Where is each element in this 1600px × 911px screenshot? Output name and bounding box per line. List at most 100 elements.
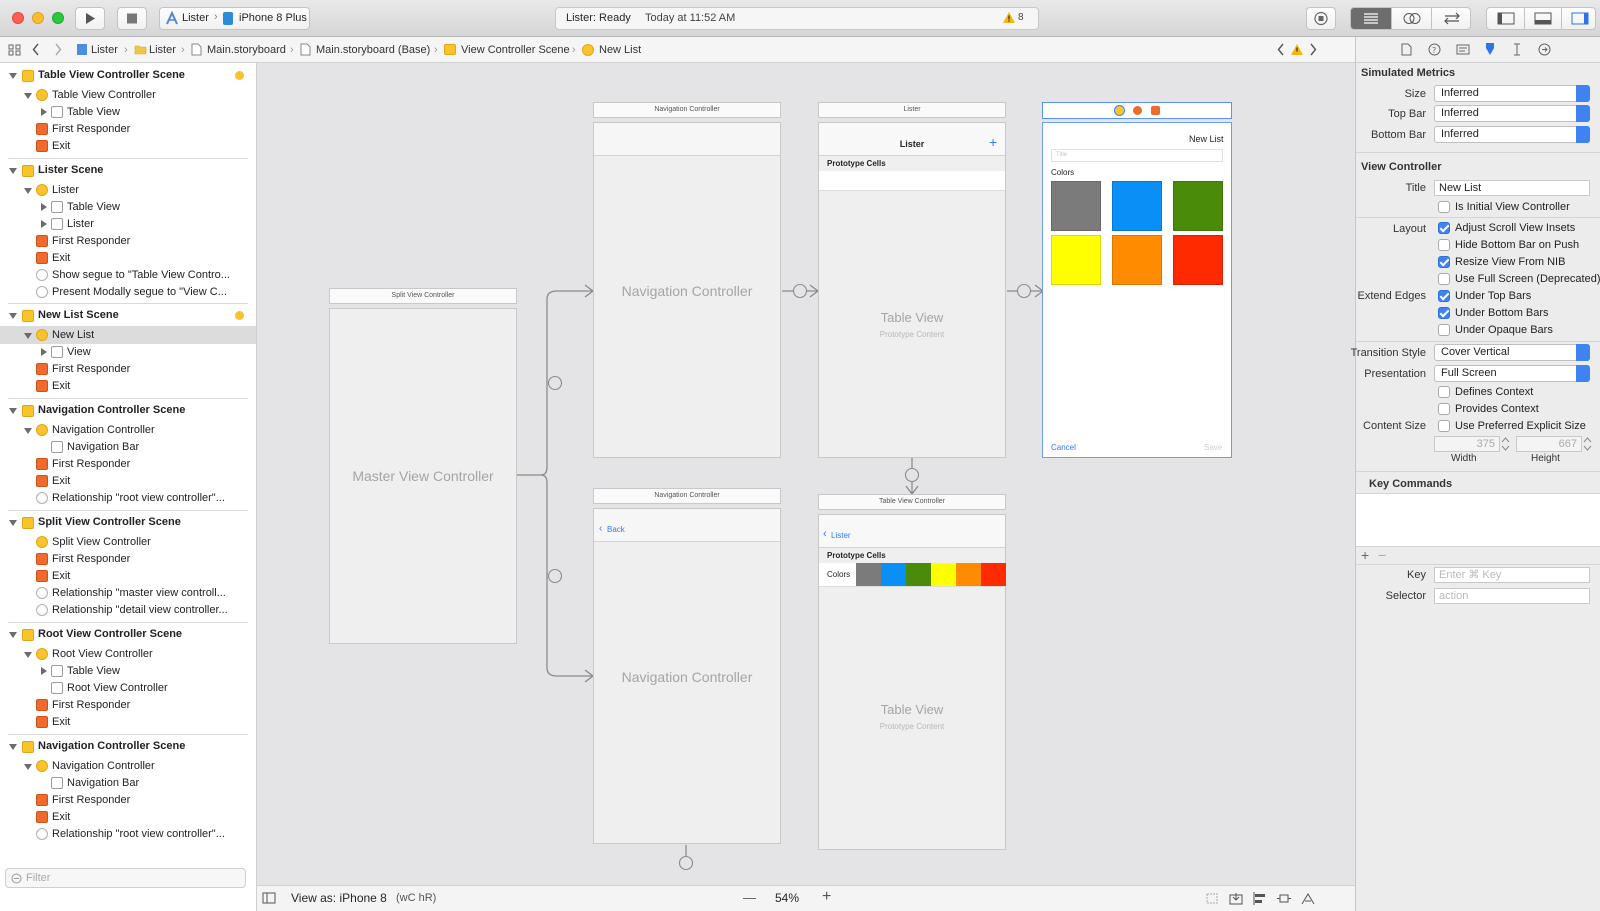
add-button[interactable]: +	[989, 134, 997, 150]
standard-editor-button[interactable]	[1351, 8, 1391, 29]
prototype-cell[interactable]	[819, 171, 1005, 191]
disclosure-triangle-icon[interactable]	[24, 188, 32, 194]
zoom-in-button[interactable]: +	[822, 888, 831, 906]
view-as-label[interactable]: View as: iPhone 8	[291, 891, 387, 905]
outline-item[interactable]: Table View Controller	[52, 87, 156, 104]
outline-item[interactable]: New List	[52, 327, 94, 344]
outline-item[interactable]: Exit	[52, 473, 70, 490]
title-field[interactable]: Title	[1051, 149, 1223, 162]
outline-item[interactable]: View	[67, 344, 91, 361]
scheme-selector[interactable]: Lister › iPhone 8 Plus	[159, 7, 310, 30]
crumb-new-list[interactable]: New List	[599, 44, 641, 56]
under-top-checkbox[interactable]	[1438, 290, 1450, 302]
outline-item[interactable]: Exit	[52, 378, 70, 395]
save-button[interactable]: Save	[1204, 443, 1222, 452]
grid-icon[interactable]	[8, 44, 21, 56]
navigator-toggle-button[interactable]	[1487, 8, 1524, 29]
outline-item[interactable]: Root View Controller	[67, 680, 168, 697]
top-bar-popup[interactable]: Inferred	[1434, 105, 1590, 122]
remove-key-command-button[interactable]: −	[1378, 547, 1386, 563]
disclosure-triangle-icon[interactable]	[24, 93, 32, 99]
disclosure-triangle-icon[interactable]	[41, 220, 47, 228]
stop-button[interactable]	[117, 7, 147, 30]
pin-icon[interactable]	[1277, 892, 1291, 905]
identity-inspector-icon[interactable]	[1456, 43, 1470, 56]
disclosure-triangle-icon[interactable]	[9, 632, 17, 638]
is-initial-checkbox[interactable]	[1438, 201, 1450, 213]
outline-item[interactable]: First Responder	[52, 697, 130, 714]
outline-item[interactable]: Table View	[67, 199, 120, 216]
disclosure-triangle-icon[interactable]	[9, 520, 17, 526]
outline-item[interactable]: Split View Controller	[52, 534, 151, 551]
outline-item[interactable]: Navigation Controller	[52, 758, 155, 775]
split-view-title[interactable]: Split View Controller	[329, 288, 517, 304]
nav2-title[interactable]: Navigation Controller	[593, 488, 781, 504]
color-swatch[interactable]	[1173, 181, 1223, 231]
colors-cell[interactable]: Colors	[819, 563, 1006, 587]
preferred-size-checkbox[interactable]	[1438, 420, 1450, 432]
tvc-scene[interactable]: ‹ Lister Prototype Cells Colors Table Vi…	[818, 514, 1006, 850]
key-field[interactable]: Enter ⌘ Key	[1434, 567, 1590, 583]
exit-icon[interactable]	[1151, 106, 1160, 115]
crumb-storyboard[interactable]: Main.storyboard	[207, 44, 286, 56]
defines-context-checkbox[interactable]	[1438, 386, 1450, 398]
color-swatch[interactable]	[1051, 181, 1101, 231]
lister-scene[interactable]: Lister + Prototype Cells Table View Prot…	[818, 122, 1006, 458]
outline-item[interactable]: First Responder	[52, 233, 130, 250]
connections-inspector-icon[interactable]	[1538, 43, 1551, 56]
outline-scene-title[interactable]: Navigation Controller Scene	[38, 402, 185, 419]
outline-item[interactable]: Lister	[52, 182, 79, 199]
size-popup[interactable]: Inferred	[1434, 85, 1590, 102]
title-field[interactable]: New List	[1434, 180, 1590, 196]
outline-item[interactable]: Navigation Controller	[52, 422, 155, 439]
outline-item[interactable]: Exit	[52, 568, 70, 585]
key-commands-table[interactable]	[1356, 493, 1600, 547]
outline-scene-title[interactable]: Table View Controller Scene	[38, 67, 185, 84]
outline-item[interactable]: Exit	[52, 809, 70, 826]
disclosure-triangle-icon[interactable]	[9, 168, 17, 174]
nav2-scene[interactable]: ‹ Back Navigation Controller	[593, 508, 781, 844]
outline-item[interactable]: Lister	[67, 216, 94, 233]
tvc-back-button[interactable]: Lister	[831, 531, 851, 540]
library-button[interactable]	[1306, 7, 1336, 30]
zoom-out-button[interactable]: —	[743, 890, 756, 905]
height-field[interactable]: 667	[1516, 436, 1582, 452]
crumb-storyboard-base[interactable]: Main.storyboard (Base)	[316, 44, 430, 56]
disclosure-triangle-icon[interactable]	[9, 313, 17, 319]
presentation-popup[interactable]: Full Screen	[1434, 365, 1590, 382]
zoom-window-button[interactable]	[52, 12, 64, 24]
stepper-icon[interactable]	[1583, 436, 1592, 452]
outline-scene-title[interactable]: Root View Controller Scene	[38, 626, 182, 643]
assistant-editor-button[interactable]	[1391, 8, 1431, 29]
new-list-scene[interactable]: New List Title Colors Cancel Save	[1042, 122, 1232, 458]
disclosure-triangle-icon[interactable]	[24, 652, 32, 658]
tvc-title[interactable]: Table View Controller	[818, 494, 1006, 510]
align-icon[interactable]	[1253, 892, 1267, 905]
add-key-command-button[interactable]: +	[1361, 547, 1369, 563]
disclosure-triangle-icon[interactable]	[41, 348, 47, 356]
crumb-scene[interactable]: View Controller Scene	[461, 44, 570, 56]
color-swatch[interactable]	[1173, 235, 1223, 285]
view-controller-icon[interactable]	[1114, 105, 1125, 116]
nav2-back-button[interactable]: Back	[607, 525, 625, 534]
minimize-window-button[interactable]	[32, 12, 44, 24]
disclosure-triangle-icon[interactable]	[24, 764, 32, 770]
disclosure-triangle-icon[interactable]	[41, 203, 47, 211]
outline-scene-title[interactable]: Split View Controller Scene	[38, 514, 181, 531]
outline-item[interactable]: Present Modally segue to "View C...	[52, 284, 227, 301]
cancel-button[interactable]: Cancel	[1051, 443, 1076, 452]
transition-style-popup[interactable]: Cover Vertical	[1434, 344, 1590, 361]
outline-item[interactable]: Table View	[67, 104, 120, 121]
update-frames-icon[interactable]	[1205, 892, 1219, 905]
size-inspector-icon[interactable]	[1512, 43, 1522, 56]
filter-field[interactable]: Filter	[5, 868, 246, 888]
outline-toggle-icon[interactable]	[262, 892, 276, 904]
new-list-dock[interactable]	[1042, 102, 1232, 119]
full-screen-checkbox[interactable]	[1438, 273, 1450, 285]
width-field[interactable]: 375	[1434, 436, 1500, 452]
outline-item[interactable]: Exit	[52, 714, 70, 731]
master-view-controller[interactable]: Master View Controller	[329, 308, 517, 644]
crumb-project[interactable]: Lister	[91, 44, 118, 56]
selector-field[interactable]: action	[1434, 588, 1590, 604]
disclosure-triangle-icon[interactable]	[24, 428, 32, 434]
